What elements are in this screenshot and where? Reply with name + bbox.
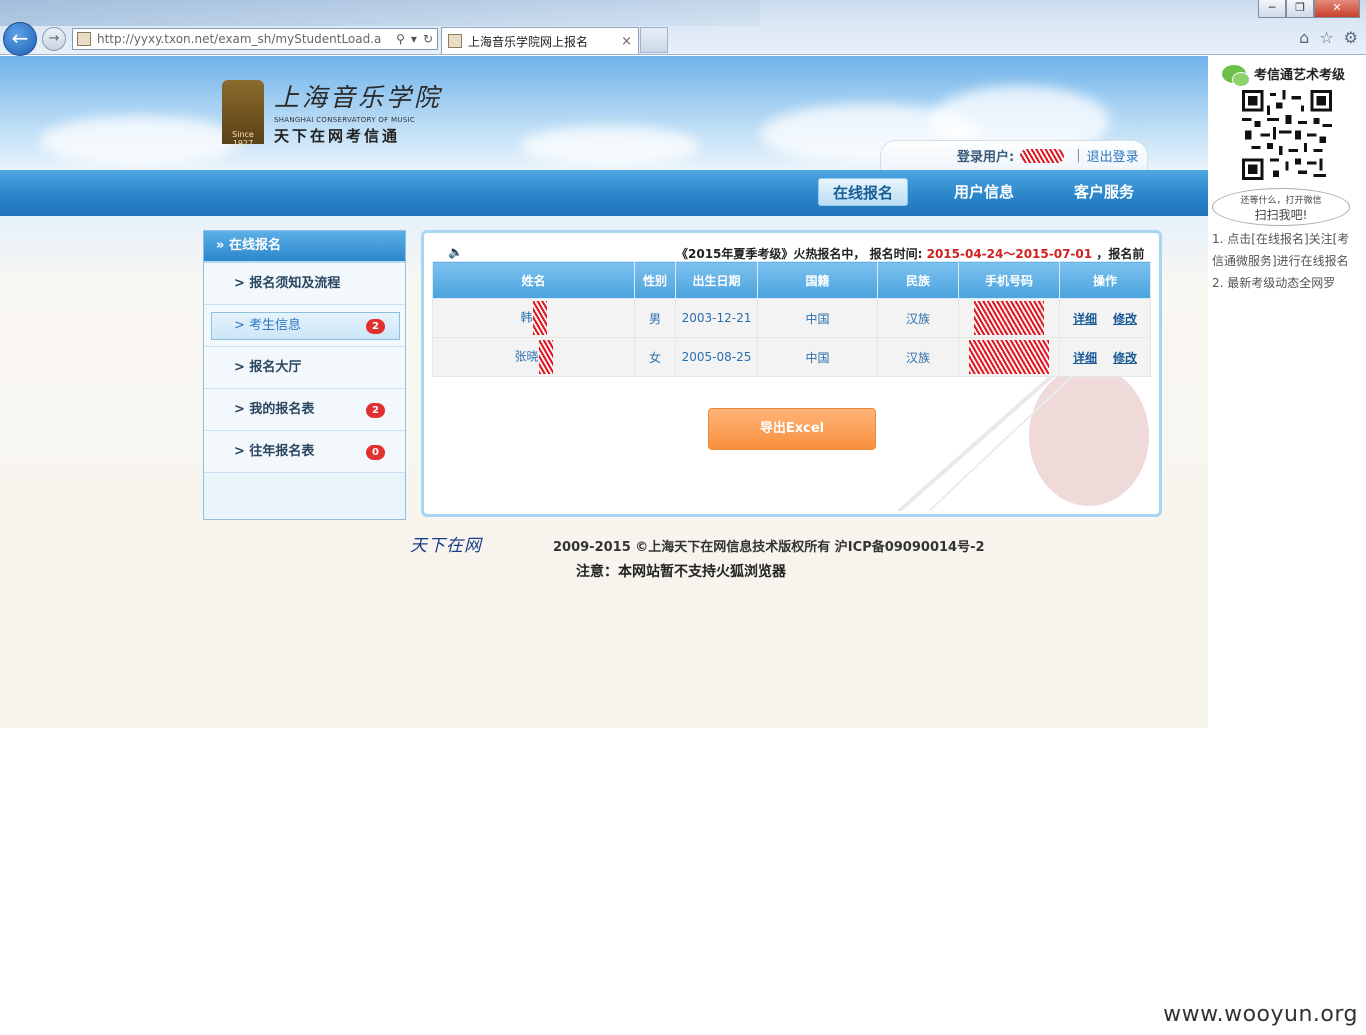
col-gender: 性别 <box>634 261 676 299</box>
col-nationality: 国籍 <box>757 261 878 299</box>
browser-chrome: ─ ❐ ✕ ← → http://yyxy.txon.net/exam_sh/m… <box>0 0 1366 56</box>
col-phone: 手机号码 <box>958 261 1060 299</box>
ad-tip-2: 信通微服务]进行在线报名 <box>1212 254 1349 268</box>
sidebar-item-registration-hall[interactable]: > 报名大厅 <box>204 347 405 389</box>
header-banner: Since 1927 上海音乐学院 SHANGHAI CONSERVATORY … <box>0 56 1208 170</box>
count-badge: 0 <box>366 445 385 460</box>
edit-link[interactable]: 修改 <box>1113 312 1137 326</box>
count-badge: 2 <box>366 319 385 334</box>
cell-gender: 男 <box>634 298 676 338</box>
star-icon[interactable]: ☆ <box>1319 28 1333 47</box>
table-row: 韩 男 2003-12-21 中国 汉族 详细 修改 <box>432 298 1151 338</box>
cell-name: 韩 <box>432 298 635 338</box>
tab-close-icon[interactable]: × <box>621 34 632 49</box>
speaker-icon: 🔈 <box>448 245 463 259</box>
slogan: 天下在网考信通 <box>274 127 401 145</box>
close-window-button[interactable]: ✕ <box>1314 0 1360 18</box>
cell-nationality: 中国 <box>757 337 878 377</box>
cell-ethnicity: 汉族 <box>877 337 959 377</box>
main-nav: 在线报名 用户信息 客户服务 <box>0 170 1208 216</box>
tab-icon <box>448 34 462 48</box>
sidebar: » 在线报名 > 报名须知及流程 > 考生信息 2 > 报名大厅 > 我的报名表… <box>203 230 406 520</box>
sidebar-item-student-info[interactable]: > 考生信息 2 <box>204 305 405 347</box>
school-logo[interactable]: Since 1927 上海音乐学院 SHANGHAI CONSERVATORY … <box>222 78 443 148</box>
registration-dates: 2015-04-24～2015-07-01 <box>926 247 1093 261</box>
col-name: 姓名 <box>432 261 635 299</box>
qr-code[interactable] <box>1242 90 1332 180</box>
col-ethnicity: 民族 <box>877 261 959 299</box>
export-excel-button[interactable]: 导出Excel <box>708 408 876 450</box>
new-tab-button[interactable] <box>640 27 668 53</box>
page-body: Since 1927 上海音乐学院 SHANGHAI CONSERVATORY … <box>0 56 1208 728</box>
wechat-icon <box>1222 64 1250 87</box>
cell-actions: 详细 修改 <box>1059 298 1151 338</box>
forward-button[interactable]: → <box>42 27 66 51</box>
logout-link[interactable]: 退出登录 <box>1087 146 1139 165</box>
cell-birthdate: 2003-12-21 <box>675 298 758 338</box>
search-icon[interactable]: ⚲ <box>396 32 405 46</box>
detail-link[interactable]: 详细 <box>1073 312 1097 326</box>
sidebar-title: » 在线报名 <box>204 231 405 263</box>
copyright: 2009-2015 ©上海天下在网信息技术版权所有 沪ICP备09090014号… <box>553 540 985 555</box>
url-text[interactable]: http://yyxy.txon.net/exam_sh/myStudentLo… <box>97 32 382 46</box>
sidebar-item-guide[interactable]: > 报名须知及流程 <box>204 263 405 305</box>
cell-phone <box>958 298 1060 338</box>
page-icon <box>77 32 91 46</box>
detail-link[interactable]: 详细 <box>1073 351 1097 365</box>
cell-birthdate: 2005-08-25 <box>675 337 758 377</box>
window-controls: ─ ❐ ✕ <box>1258 0 1360 18</box>
minimize-button[interactable]: ─ <box>1258 0 1286 18</box>
table-row: 张晓 女 2005-08-25 中国 汉族 详细 修改 <box>432 337 1151 377</box>
user-bar: 登录用户: | 退出登录 <box>880 140 1148 170</box>
tab-title: 上海音乐学院网上报名 <box>468 34 589 49</box>
school-name-cn: 上海音乐学院 <box>274 83 443 112</box>
student-table: 姓名 性别 出生日期 国籍 民族 手机号码 操作 韩 男 2003-12-21 … <box>432 261 1151 377</box>
student-panel: 🔈 《2015年夏季考级》火热报名中， 报名时间: 2015-04-24～201… <box>421 230 1162 517</box>
school-emblem: Since 1927 <box>222 80 264 148</box>
school-name-en: SHANGHAI CONSERVATORY OF MUSIC <box>274 116 416 124</box>
browser-tab[interactable]: 上海音乐学院网上报名 × <box>441 27 639 54</box>
gear-icon[interactable]: ⚙ <box>1344 28 1358 47</box>
address-bar[interactable]: http://yyxy.txon.net/exam_sh/myStudentLo… <box>72 28 438 50</box>
cell-actions: 详细 修改 <box>1059 337 1151 377</box>
sidebar-item-my-forms[interactable]: > 我的报名表 2 <box>204 389 405 431</box>
edit-link[interactable]: 修改 <box>1113 351 1137 365</box>
taskbar-background <box>0 0 760 26</box>
login-label: 登录用户: <box>957 150 1015 165</box>
username-redacted <box>1020 148 1065 163</box>
cell-gender: 女 <box>634 337 676 377</box>
sidebar-item-past-forms[interactable]: > 往年报名表 0 <box>204 431 405 473</box>
dropdown-icon[interactable]: ▾ <box>411 32 417 46</box>
cell-phone <box>958 337 1060 377</box>
home-icon[interactable]: ⌂ <box>1299 28 1309 47</box>
ad-tip-3: 2. 最新考级动态全网罗 <box>1212 276 1336 290</box>
scan-prompt: 还等什么，打开微信 扫扫我吧! <box>1212 188 1350 226</box>
ad-tip-1: 1. 点击[在线报名]关注[考 <box>1212 232 1350 246</box>
watermark: www.wooyun.org <box>1163 1002 1358 1027</box>
cell-name: 张晓 <box>432 337 635 377</box>
count-badge: 2 <box>366 403 385 418</box>
back-button[interactable]: ← <box>3 22 37 56</box>
maximize-button[interactable]: ❐ <box>1286 0 1314 18</box>
col-birthdate: 出生日期 <box>675 261 758 299</box>
nav-customer-service[interactable]: 客户服务 <box>1060 178 1148 206</box>
refresh-icon[interactable]: ↻ <box>423 32 433 46</box>
cell-ethnicity: 汉族 <box>877 298 959 338</box>
cell-nationality: 中国 <box>757 298 878 338</box>
announcement: 🔈 《2015年夏季考级》火热报名中， 报名时间: 2015-04-24～201… <box>448 245 1145 261</box>
footer-logo[interactable]: 天下在网 <box>402 530 544 562</box>
ad-title: 考信通艺术考级 <box>1254 68 1346 83</box>
nav-online-registration[interactable]: 在线报名 <box>818 178 909 206</box>
wechat-ad-panel: 考信通艺术考级 还等什么，打开微信 扫扫我吧! 1. 点击[在线报名]关注[考 信… <box>1208 56 1366 316</box>
col-actions: 操作 <box>1059 261 1151 299</box>
browser-notice: 注意：本网站暂不支持火狐浏览器 <box>576 564 786 580</box>
nav-user-info[interactable]: 用户信息 <box>940 178 1028 206</box>
